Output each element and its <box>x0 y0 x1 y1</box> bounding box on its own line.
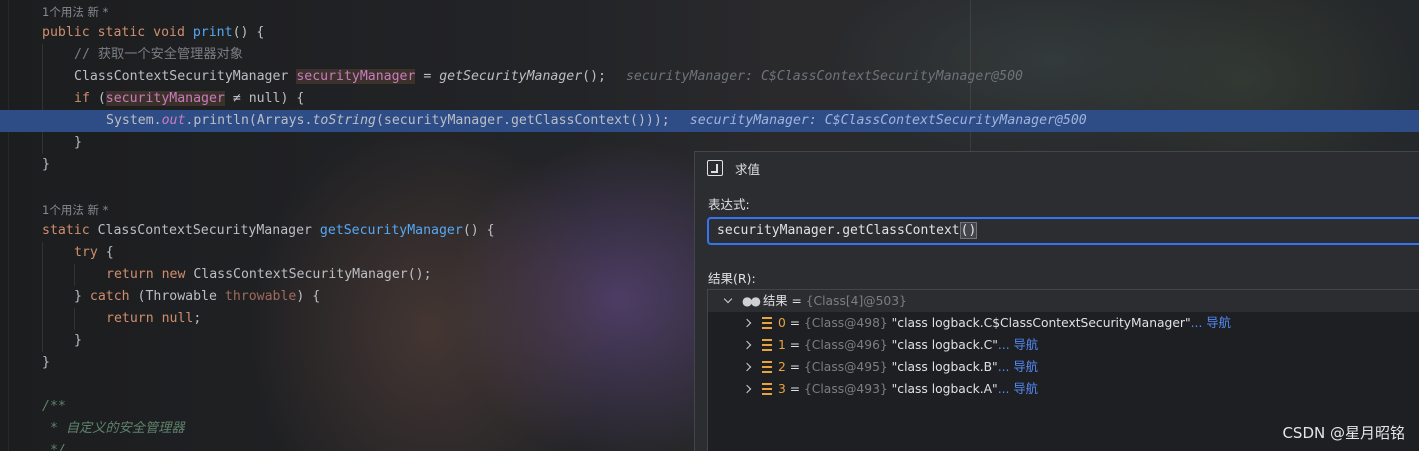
item-index: 2 <box>778 360 786 374</box>
tree-item-row[interactable]: 0 = {Class@498} "class logback.C$ClassCo… <box>708 312 1419 334</box>
code-text: (Throwable <box>129 289 225 304</box>
navigate-link[interactable]: 导航 <box>1206 312 1231 334</box>
item-value: "class logback.B" <box>891 360 998 374</box>
code-text: } <box>74 289 90 304</box>
navigate-link[interactable]: 导航 <box>1014 334 1039 356</box>
chevron-right-icon[interactable] <box>744 384 754 394</box>
item-value: "class logback.A" <box>891 382 998 396</box>
intellij-app-icon <box>707 160 723 176</box>
comment: // 获取一个安全管理器对象 <box>74 47 243 62</box>
code-text: } <box>42 355 50 370</box>
array-element-icon <box>762 339 772 351</box>
tree-root-row[interactable]: ●● 结果 = {Class[4]@503} <box>708 290 1419 312</box>
code-text: (securityManager.getClassContext())); <box>375 113 670 128</box>
type-name: ClassContextSecurityManager <box>97 223 320 238</box>
evaluate-dialog[interactable]: 求值 表达式: securityManager.getClassContext(… <box>694 151 1419 451</box>
code-text: .println(Arrays. <box>185 113 313 128</box>
inline-debug-value[interactable]: securityManager: C$ClassContextSecurityM… <box>626 69 1023 84</box>
item-value: "class logback.C$ClassContextSecurityMan… <box>891 316 1191 330</box>
code-text: ) { <box>296 289 321 304</box>
method-call: toString <box>312 113 376 128</box>
chevron-right-icon[interactable] <box>744 318 754 328</box>
root-name: 结果 <box>762 294 788 308</box>
csdn-watermark: CSDN @星月昭铭 <box>1282 424 1405 442</box>
variable: securityManager <box>296 69 416 84</box>
code-line[interactable]: // 获取一个安全管理器对象 <box>0 44 1419 66</box>
chevron-right-icon[interactable] <box>744 362 754 372</box>
method-name: print <box>192 25 233 40</box>
code-text: () { <box>462 223 495 238</box>
variable: securityManager <box>105 91 225 106</box>
code-text: } <box>74 333 82 348</box>
expression-label: 表达式: <box>708 197 750 212</box>
chevron-right-icon[interactable] <box>744 340 754 350</box>
item-more[interactable]: ... <box>998 378 1010 400</box>
expression-paren: () <box>959 222 978 239</box>
code-line[interactable]: public static void print() { <box>0 22 1419 44</box>
code-line[interactable]: if (securityManager ≠ null) { <box>0 88 1419 110</box>
usage-hint[interactable]: 1个用法 新 * <box>42 199 108 221</box>
item-index: 1 <box>778 338 786 352</box>
expression-input[interactable]: securityManager.getClassContext() <box>707 217 1419 245</box>
usage-hint[interactable]: 1个用法 新 * <box>42 1 108 23</box>
doc-comment: * 自定义的安全管理器 <box>42 421 185 436</box>
watch-glasses-icon: ●● <box>742 294 761 308</box>
array-element-icon <box>762 361 772 373</box>
chevron-down-icon[interactable] <box>724 296 734 306</box>
inline-debug-value[interactable]: securityManager: C$ClassContextSecurityM… <box>690 113 1087 128</box>
keyword: public static void <box>42 25 193 40</box>
code-text: () { <box>232 25 265 40</box>
current-execution-line[interactable]: System.out.println(Arrays.toString(secur… <box>0 110 1419 132</box>
expression-text: securityManager.getClassContext <box>717 223 960 238</box>
item-type: {Class@495} <box>803 360 888 374</box>
item-more[interactable]: ... <box>1191 312 1203 334</box>
item-value: "class logback.C" <box>891 338 998 352</box>
code-text: ≠ null) { <box>224 91 305 106</box>
code-text: ; <box>193 311 202 326</box>
keyword: return null <box>106 311 194 326</box>
navigate-link[interactable]: 导航 <box>1013 378 1038 400</box>
keyword: return new <box>106 267 194 282</box>
code-text: (); <box>582 69 606 84</box>
item-more[interactable]: ... <box>998 356 1010 378</box>
item-more[interactable]: ... <box>998 334 1010 356</box>
item-type: {Class@498} <box>803 316 888 330</box>
item-index: 3 <box>778 382 786 396</box>
code-text: ( <box>89 91 106 106</box>
dialog-title: 求值 <box>735 161 761 177</box>
navigate-link[interactable]: 导航 <box>1013 356 1038 378</box>
tree-item-row[interactable]: 1 = {Class@496} "class logback.C"... 导航 <box>708 334 1419 356</box>
keyword: static <box>42 223 98 238</box>
keyword: try <box>74 245 98 260</box>
tree-item-row[interactable]: 2 = {Class@495} "class logback.B"... 导航 <box>708 356 1419 378</box>
equals: = <box>787 294 806 308</box>
code-line[interactable]: ClassContextSecurityManager securityMana… <box>0 66 1419 88</box>
code-text: { <box>97 245 114 260</box>
type-name: ClassContextSecurityManager <box>74 69 297 84</box>
doc-comment: */ <box>42 443 66 451</box>
item-index: 0 <box>778 316 786 330</box>
code-text: System. <box>106 113 162 128</box>
code-text: = <box>415 69 440 84</box>
dialog-title-bar[interactable]: 求值 <box>695 152 1419 184</box>
parameter: throwable <box>224 289 297 304</box>
keyword: catch <box>89 289 130 304</box>
code-text: ClassContextSecurityManager(); <box>193 267 432 282</box>
static-field: out <box>161 113 186 128</box>
item-type: {Class@496} <box>803 338 888 352</box>
method-name: getSecurityManager <box>319 223 463 238</box>
array-element-icon <box>762 317 772 329</box>
item-type: {Class@493} <box>803 382 888 396</box>
doc-comment: /** <box>42 399 66 414</box>
method-call: getSecurityManager <box>439 69 583 84</box>
keyword: if <box>74 91 90 106</box>
code-text: } <box>42 157 50 172</box>
code-text: } <box>74 135 82 150</box>
result-label: 结果(R): <box>708 271 756 286</box>
tree-item-row[interactable]: 3 = {Class@493} "class logback.A"... 导航 <box>708 378 1419 400</box>
array-element-icon <box>762 383 772 395</box>
root-type: {Class[4]@503} <box>805 294 907 308</box>
